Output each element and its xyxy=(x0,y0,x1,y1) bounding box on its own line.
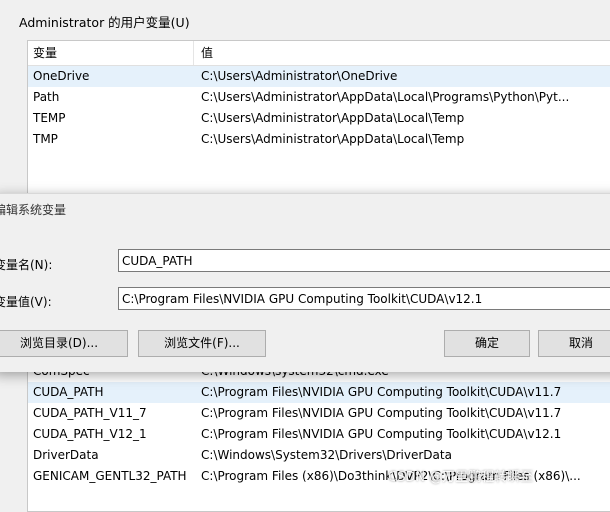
variable-name: CUDA_PATH_V11_7 xyxy=(33,406,147,420)
variable-value-label: 变量值(V): xyxy=(0,295,52,309)
variable-name-label: 变量名(N): xyxy=(0,258,53,272)
variable-value: C:\Users\Administrator\AppData\Local\Tem… xyxy=(201,111,465,125)
table-row[interactable]: OneDrive C:\Users\Administrator\OneDrive xyxy=(28,66,610,87)
cancel-button[interactable]: 取消 xyxy=(538,330,610,357)
table-row[interactable]: TEMP C:\Users\Administrator\AppData\Loca… xyxy=(28,108,610,129)
column-header-value[interactable]: 值 xyxy=(201,41,610,65)
list-header: 变量 值 xyxy=(28,41,610,66)
variable-value: C:\Program Files\NVIDIA GPU Computing To… xyxy=(201,406,562,420)
table-row[interactable]: TMP C:\Users\Administrator\AppData\Local… xyxy=(28,129,610,150)
variable-name-input[interactable] xyxy=(118,249,610,272)
table-row[interactable]: Path C:\Users\Administrator\AppData\Loca… xyxy=(28,87,610,108)
browse-directory-button[interactable]: 浏览目录(D)... xyxy=(0,330,128,357)
variable-name: TEMP xyxy=(33,111,66,125)
variable-name: TMP xyxy=(33,132,58,146)
browse-file-button[interactable]: 浏览文件(F)... xyxy=(138,330,266,357)
variable-value: C:\Users\Administrator\OneDrive xyxy=(201,69,398,83)
variable-name: OneDrive xyxy=(33,69,90,83)
variable-value: C:\Windows\System32\Drivers\DriverData xyxy=(201,448,452,462)
table-row[interactable]: CUDA_PATH_V12_1 C:\Program Files\NVIDIA … xyxy=(28,424,610,445)
variable-value-input[interactable] xyxy=(118,287,610,310)
edit-system-variable-dialog: 编辑系统变量 变量名(N): 变量值(V): 浏览目录(D)... 浏览文件(F… xyxy=(0,193,610,372)
watermark: CSDN @万里鹏程转瞬至 xyxy=(388,470,534,485)
system-variables-list[interactable]: ComSpec C:\Windows\system32\cmd.exe CUDA… xyxy=(27,360,610,512)
table-row[interactable]: DriverData C:\Windows\System32\Drivers\D… xyxy=(28,445,610,466)
variable-name: Path xyxy=(33,90,60,104)
dialog-title: 编辑系统变量 xyxy=(0,203,67,217)
variable-value: C:\Program Files\NVIDIA GPU Computing To… xyxy=(201,385,562,399)
column-header-name[interactable]: 变量 xyxy=(33,41,57,65)
variable-value: C:\Users\Administrator\AppData\Local\Tem… xyxy=(201,132,465,146)
table-row[interactable]: CUDA_PATH C:\Program Files\NVIDIA GPU Co… xyxy=(28,382,610,403)
variable-name: CUDA_PATH_V12_1 xyxy=(33,427,147,441)
ok-button[interactable]: 确定 xyxy=(444,330,530,357)
variable-name: GENICAM_GENTL32_PATH xyxy=(33,469,187,483)
user-variables-list[interactable]: 变量 值 OneDrive C:\Users\Administrator\One… xyxy=(27,40,610,202)
variable-value: C:\Program Files\NVIDIA GPU Computing To… xyxy=(201,427,562,441)
column-divider[interactable] xyxy=(193,41,194,65)
variable-name: CUDA_PATH xyxy=(33,385,104,399)
variable-value: C:\Users\Administrator\AppData\Local\Pro… xyxy=(201,90,570,104)
user-vars-group-label: Administrator 的用户变量(U) xyxy=(19,15,190,30)
table-row[interactable]: CUDA_PATH_V11_7 C:\Program Files\NVIDIA … xyxy=(28,403,610,424)
variable-name: DriverData xyxy=(33,448,99,462)
